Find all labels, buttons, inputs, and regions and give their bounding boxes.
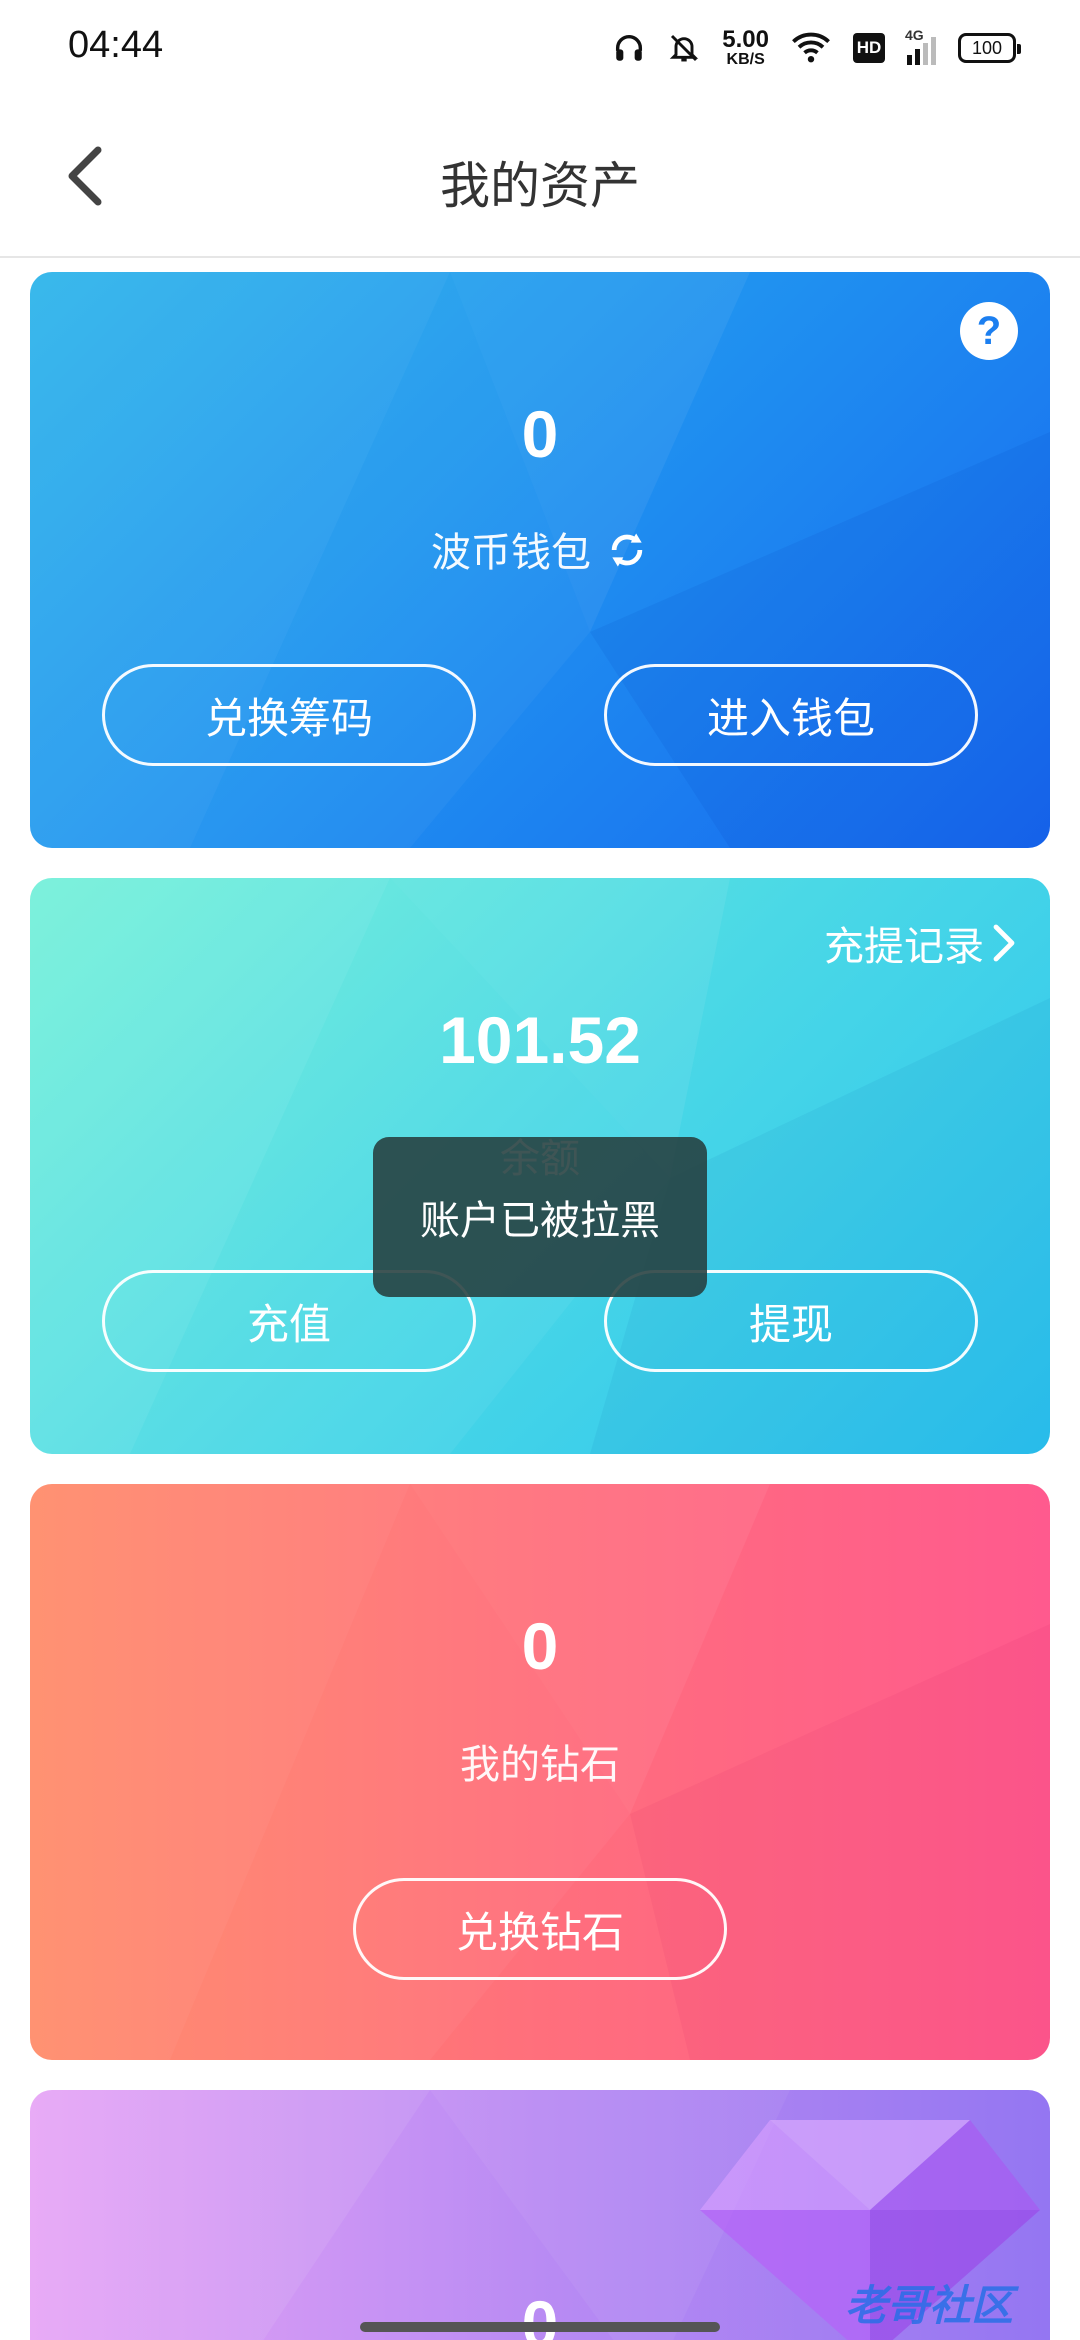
diamond-card: 0 我的钻石 兑换钻石 <box>30 1484 1050 2060</box>
watermark-logo: 老哥社区 <box>845 2281 1014 2330</box>
network-speed: 5.00 KB/S <box>722 28 769 68</box>
home-indicator[interactable] <box>360 2322 720 2332</box>
help-button[interactable]: ? <box>960 302 1018 360</box>
page-title: 我的资产 <box>440 157 640 215</box>
status-bar: 04:44 5.00 KB/S HD 4G 100 <box>0 0 1080 96</box>
battery-level: 100 <box>971 37 1003 58</box>
network-speed-unit: KB/S <box>726 51 765 68</box>
nav-bar: 我的资产 <box>0 96 1080 258</box>
wallet-card: ? 0 波币钱包 兑换筹码 进入钱包 <box>30 272 1050 848</box>
exchange-chips-button[interactable]: 兑换筹码 <box>102 664 476 766</box>
wallet-amount: 0 <box>521 397 559 471</box>
toast-message: 账户已被拉黑 <box>373 1137 707 1297</box>
enter-wallet-button[interactable]: 进入钱包 <box>604 664 978 766</box>
diamond-amount: 0 <box>521 1609 559 1683</box>
records-link-label: 充提记录 <box>824 924 984 970</box>
exchange-diamonds-button[interactable]: 兑换钻石 <box>353 1878 727 1980</box>
mute-bell-icon <box>668 31 700 65</box>
wifi-icon <box>791 32 831 64</box>
hd-badge: HD <box>853 33 885 63</box>
battery-icon: 100 <box>958 33 1021 63</box>
wallet-label-row: 波币钱包 <box>30 520 1050 582</box>
signal-icon: 4G <box>905 27 936 65</box>
network-type: 4G <box>905 27 924 43</box>
records-link[interactable]: 充提记录 <box>824 914 1016 972</box>
wallet-label: 波币钱包 <box>431 530 591 576</box>
status-icons: 5.00 KB/S HD 4G 100 <box>612 22 1021 74</box>
status-time: 04:44 <box>68 24 164 66</box>
diamond-label: 我的钻石 <box>460 1742 620 1788</box>
network-speed-value: 5.00 <box>722 26 769 53</box>
refresh-icon[interactable] <box>605 528 649 582</box>
balance-amount: 101.52 <box>439 1003 641 1077</box>
chevron-right-icon <box>993 924 1015 962</box>
headphone-icon <box>612 31 646 65</box>
